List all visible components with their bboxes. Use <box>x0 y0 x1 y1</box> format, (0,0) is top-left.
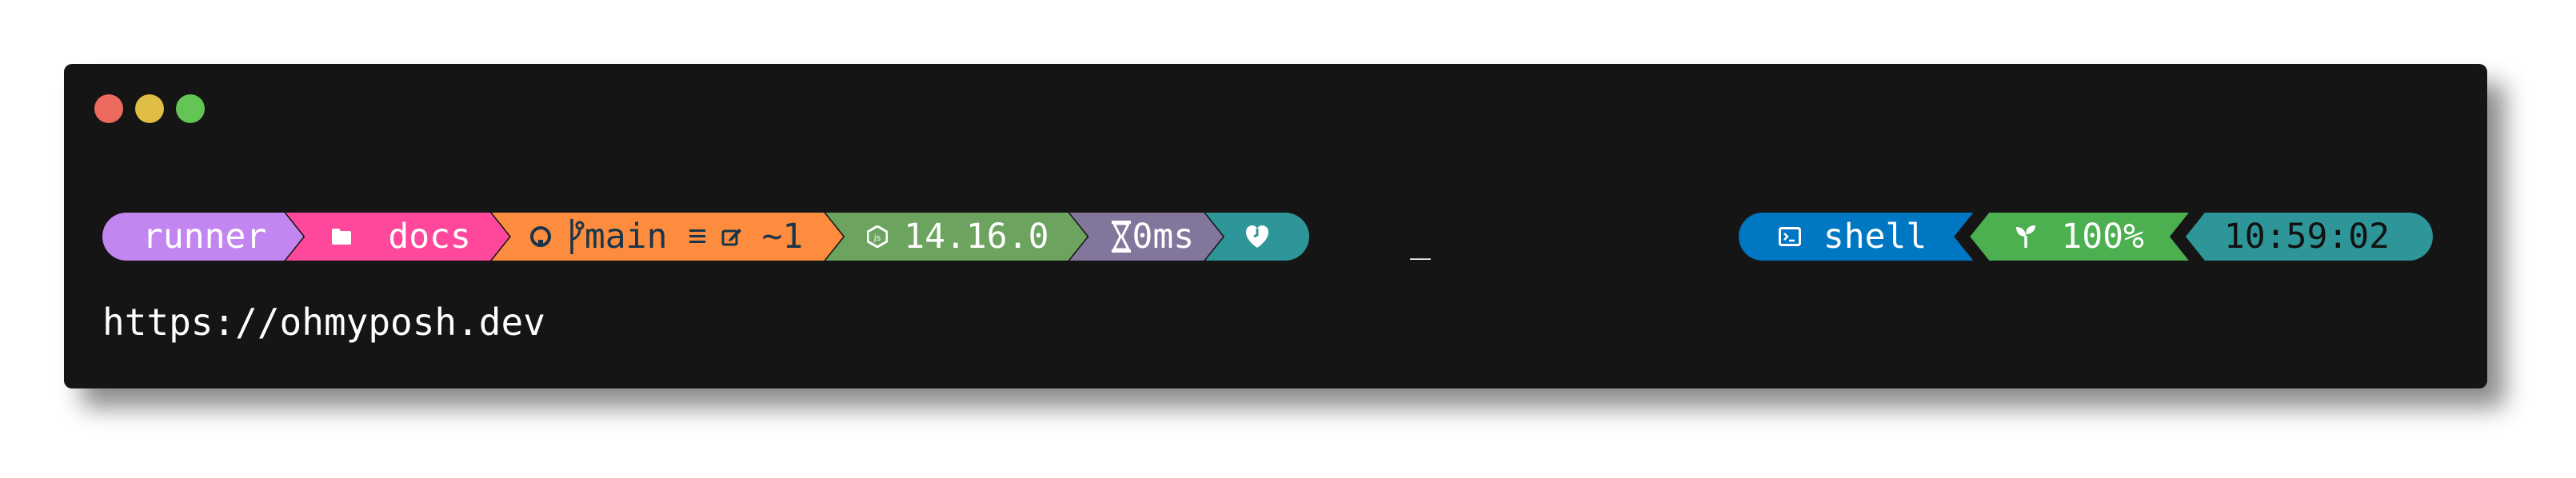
exec-time-segment: 0ms <box>1069 213 1223 261</box>
stash-icon <box>689 228 705 245</box>
svg-text:js: js <box>873 233 881 243</box>
prompt-right: shell 100% 10:59:02 <box>1739 213 2433 261</box>
time-label: 10:59:02 <box>2223 217 2390 257</box>
folder-icon <box>332 229 351 245</box>
maximize-button[interactable] <box>176 94 205 123</box>
path-segment: docs <box>286 213 509 261</box>
branch-label: main <box>584 217 668 257</box>
node-segment: js 14.16.0 <box>825 213 1087 261</box>
url-text: https://ohmyposh.dev <box>102 301 545 344</box>
shell-segment: shell <box>1739 213 1973 261</box>
time-segment: 10:59:02 <box>2185 213 2433 261</box>
terminal-icon <box>1779 227 1801 246</box>
path-label: docs <box>388 217 471 257</box>
minimize-button[interactable] <box>135 94 164 123</box>
shell-label: shell <box>1823 217 1927 257</box>
nodejs-icon: js <box>867 225 888 248</box>
terminal-window: runner docs main ~1 js 14.16.0 0ms _ she… <box>64 64 2487 388</box>
battery-segment: 100% <box>1970 213 2189 261</box>
session-segment: runner <box>102 213 303 261</box>
battery-label: 100% <box>2061 217 2144 257</box>
edit-icon <box>721 226 742 247</box>
hourglass-icon <box>1111 220 1132 253</box>
exec-time-label: 0ms <box>1132 217 1195 257</box>
cursor: _ <box>1410 221 1431 261</box>
branch-icon <box>567 217 585 256</box>
git-segment: main ~1 <box>492 213 843 261</box>
heart-icon <box>1245 224 1269 249</box>
git-changes-label: ~1 <box>761 217 804 257</box>
session-label: runner <box>142 217 267 257</box>
prompt-left: runner docs main ~1 js 14.16.0 0ms <box>102 213 1310 261</box>
node-version-label: 14.16.0 <box>904 217 1049 257</box>
close-button[interactable] <box>94 94 123 123</box>
sprout-icon <box>2015 225 2037 249</box>
github-icon <box>530 226 551 247</box>
